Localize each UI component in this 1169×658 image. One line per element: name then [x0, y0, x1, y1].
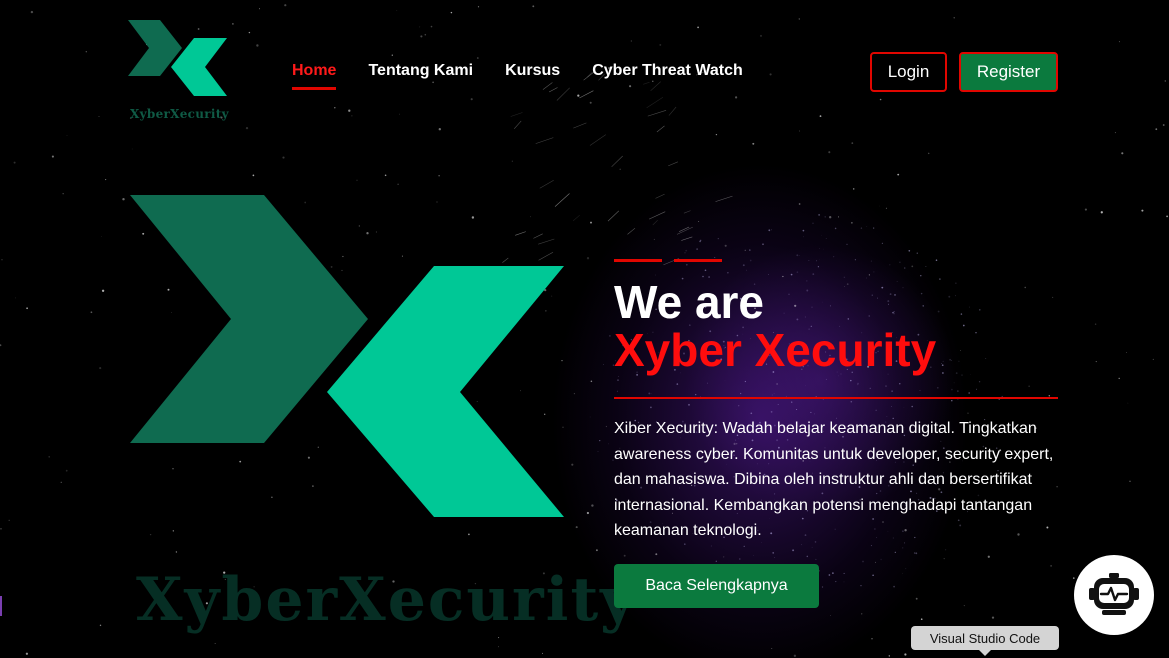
edge-marker — [0, 596, 2, 616]
main-nav: Home Tentang Kami Kursus Cyber Threat Wa… — [292, 62, 743, 90]
read-more-button[interactable]: Baca Selengkapnya — [614, 564, 819, 608]
hero-title-line2: Xyber Xecurity — [614, 324, 937, 376]
accent-dash — [614, 259, 662, 262]
hero-logo-icon — [130, 195, 564, 517]
tooltip-arrow — [979, 650, 991, 656]
hero-title-line1: We are — [614, 276, 765, 328]
register-button[interactable]: Register — [959, 52, 1058, 92]
robot-icon — [1089, 573, 1139, 615]
nav-cyber-threat-watch[interactable]: Cyber Threat Watch — [592, 62, 743, 90]
brand-name: XyberXecurity — [130, 107, 229, 121]
hero-description: Xiber Xecurity: Wadah belajar keamanan d… — [614, 420, 1054, 539]
nav-tentang-kami[interactable]: Tentang Kami — [368, 62, 473, 90]
vscode-tooltip: Visual Studio Code — [911, 626, 1059, 650]
nav-home[interactable]: Home — [292, 62, 337, 90]
chatbot-button[interactable] — [1074, 555, 1154, 635]
login-button[interactable]: Login — [870, 52, 947, 92]
accent-dash — [674, 259, 722, 262]
xx-logo-icon — [128, 20, 227, 96]
hero-wordmark: XyberXecurity — [136, 565, 638, 635]
landing-page: XyberXecurity Home Tentang Kami Kursus C… — [0, 0, 1169, 658]
nav-kursus[interactable]: Kursus — [505, 62, 560, 90]
hero-divider — [614, 397, 1058, 399]
brand-logo[interactable]: XyberXecurity — [128, 20, 232, 122]
